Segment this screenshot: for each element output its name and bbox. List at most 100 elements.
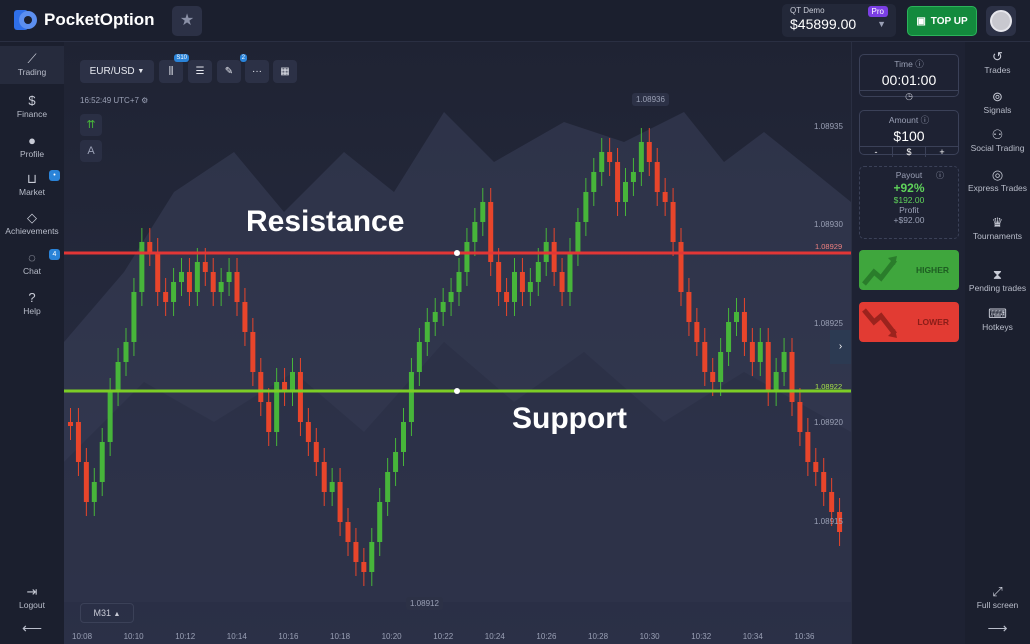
users-icon: ⚇ bbox=[991, 127, 1004, 142]
text-tool-button[interactable]: A bbox=[80, 140, 102, 162]
lower-button[interactable]: LOWER bbox=[859, 302, 959, 342]
express-icon: ◎ bbox=[991, 167, 1004, 182]
higher-button[interactable]: HIGHER bbox=[859, 250, 959, 290]
sidebar-item-market[interactable]: ⊔ Market • bbox=[0, 166, 64, 204]
candle-body bbox=[186, 272, 192, 292]
right-sidebar: ↺ Trades ⊚ Signals ⚇ Social Trading ◎ Express T… bbox=[965, 42, 1030, 644]
account-balance: $45899.00 bbox=[790, 16, 857, 32]
info-icon: ⓘ bbox=[915, 59, 924, 69]
top-bar: PocketOption ★ QT Demo $45899.00 Pro ▼ ▣… bbox=[0, 0, 1030, 42]
history-icon: ↺ bbox=[992, 49, 1003, 64]
top-up-button[interactable]: ▣ TOP UP bbox=[907, 6, 977, 36]
amount-plus-button[interactable]: + bbox=[926, 147, 958, 157]
clock-icon[interactable]: ◷ bbox=[860, 90, 958, 102]
diamond-icon: ◇ bbox=[27, 210, 37, 225]
sidebar-item-label: Market bbox=[19, 187, 45, 197]
more-button[interactable]: ··· bbox=[245, 60, 269, 83]
candle-body bbox=[369, 542, 375, 572]
collapse-right-button[interactable]: ⟶ bbox=[965, 620, 1030, 637]
right-item-express-trades[interactable]: ◎ Express Trades bbox=[965, 166, 1030, 193]
timeframe-value: M31 bbox=[93, 608, 112, 618]
resistance-line-handle[interactable] bbox=[454, 250, 460, 256]
right-item-label: Hotkeys bbox=[982, 322, 1013, 332]
candle-body bbox=[559, 272, 565, 292]
settings-button[interactable]: ☰ bbox=[188, 60, 212, 83]
payout-box: Payout ⓘ +92% $192.00 Profit +$92.00 bbox=[859, 166, 959, 239]
low-price-label: 1.08912 bbox=[406, 597, 443, 610]
candle-body bbox=[519, 272, 525, 292]
candle-body bbox=[765, 342, 771, 392]
candle-body bbox=[131, 292, 137, 342]
expand-panel-button[interactable]: › bbox=[830, 330, 851, 364]
fullscreen-button[interactable]: ⤢ Full screen bbox=[965, 583, 1030, 610]
candle-body bbox=[68, 422, 73, 426]
right-item-tournaments[interactable]: ♛ Tournaments bbox=[965, 214, 1030, 241]
support-annotation: Support bbox=[512, 402, 627, 435]
support-line-handle[interactable] bbox=[454, 388, 460, 394]
candle-body bbox=[654, 162, 660, 192]
timeframe-selector[interactable]: M31 ▲ bbox=[80, 603, 134, 623]
candle-body bbox=[710, 372, 716, 382]
right-item-hotkeys[interactable]: ⌨ Hotkeys bbox=[965, 305, 1030, 332]
candle-body bbox=[226, 272, 232, 282]
gear-icon[interactable]: ⚙ bbox=[141, 96, 148, 105]
star-icon: ★ bbox=[179, 12, 195, 29]
double-up-button[interactable]: ⇈ bbox=[80, 114, 102, 136]
chart-area[interactable]: EUR/USD ▼ ⫼ S10 ☰ ✎ 2 ··· ▦ 16:52:49 UTC+7… bbox=[64, 42, 851, 644]
account-selector[interactable]: QT Demo $45899.00 Pro ▼ bbox=[782, 4, 896, 37]
amount-value: $100 bbox=[893, 128, 925, 144]
right-item-label: Trades bbox=[984, 65, 1011, 75]
top-up-label: TOP UP bbox=[930, 15, 968, 27]
candle-body bbox=[91, 482, 97, 502]
asset-selector[interactable]: EUR/USD ▼ bbox=[80, 60, 154, 83]
candle-body bbox=[266, 402, 272, 432]
sliders-icon: ☰ bbox=[195, 66, 205, 77]
time-box[interactable]: Time ⓘ 00:01:00 ◷ bbox=[859, 54, 959, 101]
candle-body bbox=[678, 242, 684, 292]
drawings-button[interactable]: ✎ 2 bbox=[217, 54, 247, 83]
chart-clock: 16:52:49 UTC+7 ⚙ bbox=[80, 96, 148, 105]
amount-minus-button[interactable]: - bbox=[860, 147, 893, 157]
candle-body bbox=[424, 322, 430, 342]
candle-body bbox=[242, 302, 248, 332]
time-tick: 10:26 bbox=[536, 632, 557, 641]
collapse-left-button[interactable]: ⟵ bbox=[0, 620, 64, 637]
right-item-signals[interactable]: ⊚ Signals bbox=[965, 88, 1030, 115]
sidebar-item-chat[interactable]: ◌ Chat 4 bbox=[0, 245, 64, 283]
sidebar-item-trading[interactable]: ⟋ Trading bbox=[0, 46, 64, 84]
fullscreen-icon: ⤢ bbox=[992, 584, 1003, 599]
candle-body bbox=[805, 432, 811, 462]
amount-box[interactable]: Amount ⓘ $100 - $ + bbox=[859, 110, 959, 157]
high-price-label: 1.08936 bbox=[632, 93, 669, 106]
candle-body bbox=[202, 262, 208, 272]
candle-body bbox=[829, 492, 835, 512]
brand-logo[interactable]: PocketOption bbox=[14, 9, 155, 31]
sidebar-item-label: Chat bbox=[23, 266, 41, 276]
right-item-pending-trades[interactable]: ⧗ Pending trades bbox=[965, 266, 1030, 293]
candle-body bbox=[480, 202, 486, 222]
candle-body bbox=[115, 362, 121, 392]
sidebar-item-finance[interactable]: $ Finance bbox=[0, 88, 64, 126]
brush-icon: ✎ bbox=[224, 66, 234, 77]
candle-body bbox=[432, 312, 438, 322]
lower-label: LOWER bbox=[917, 317, 949, 327]
right-item-social-trading[interactable]: ⚇ Social Trading bbox=[965, 126, 1030, 153]
sidebar-item-help[interactable]: ? Help bbox=[0, 285, 64, 323]
sidebar-item-achievements[interactable]: ◇ Achievements bbox=[0, 205, 64, 243]
avatar[interactable] bbox=[986, 6, 1016, 36]
currency-toggle[interactable]: $ bbox=[893, 147, 926, 157]
indicators-button[interactable]: ⫼ S10 bbox=[159, 54, 189, 83]
layout-button[interactable]: ▦ bbox=[273, 60, 297, 83]
favorites-button[interactable]: ★ bbox=[172, 6, 202, 36]
logout-button[interactable]: ⇥ Logout bbox=[0, 583, 64, 610]
right-item-label: Pending trades bbox=[968, 283, 1027, 293]
candle-body bbox=[789, 352, 795, 402]
sidebar-item-profile[interactable]: ● Profile bbox=[0, 128, 64, 166]
candle-body bbox=[821, 472, 827, 492]
pocket-option-logo-icon bbox=[14, 9, 38, 31]
sidebar-item-label: Finance bbox=[16, 109, 48, 119]
sidebar-item-label: Trading bbox=[17, 67, 47, 77]
arrow-left-icon: ⟵ bbox=[21, 620, 43, 636]
right-item-trades[interactable]: ↺ Trades bbox=[965, 48, 1030, 75]
price-tick: 1.08930 bbox=[814, 220, 843, 229]
